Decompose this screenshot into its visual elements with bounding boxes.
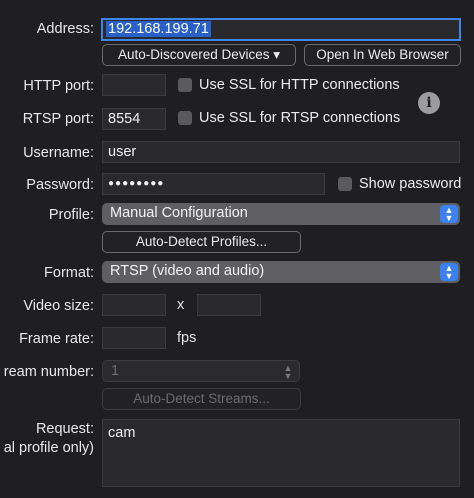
profile-label: Profile: <box>48 207 94 223</box>
format-value: RTSP (video and audio) <box>110 263 265 279</box>
password-field[interactable]: ●●●●●●●● <box>102 173 325 195</box>
auto-detect-streams-button[interactable]: Auto-Detect Streams... <box>102 388 301 410</box>
username-field[interactable]: user <box>102 141 460 163</box>
size-separator: x <box>177 297 185 313</box>
up-down-chevron-icon: ▲ ▼ <box>440 263 458 281</box>
show-password-checkbox[interactable] <box>338 177 352 191</box>
ssl-http-checkbox[interactable] <box>178 78 192 92</box>
http-port-label: HTTP port: <box>23 78 94 94</box>
video-size-label: Video size: <box>23 298 94 314</box>
http-port-field[interactable] <box>102 74 166 96</box>
frame-rate-label: Frame rate: <box>19 331 94 347</box>
auto-detect-profiles-button[interactable]: Auto-Detect Profiles... <box>102 231 301 253</box>
format-label: Format: <box>44 265 94 281</box>
open-in-web-browser-button[interactable]: Open In Web Browser <box>304 44 461 66</box>
stream-number-stepper[interactable]: 1 ▲ ▼ <box>102 360 300 382</box>
request-textarea[interactable]: cam <box>102 419 460 487</box>
stream-number-label: ream number: <box>3 364 94 380</box>
username-label: Username: <box>23 145 94 161</box>
password-mask: ●●●●●●●● <box>108 178 165 189</box>
format-popup[interactable]: RTSP (video and audio) ▲ ▼ <box>102 261 460 283</box>
video-height-field[interactable] <box>197 294 261 316</box>
ssl-rtsp-label: Use SSL for RTSP connections <box>199 110 401 126</box>
fps-unit: fps <box>177 330 197 346</box>
video-width-field[interactable] <box>102 294 166 316</box>
ssl-rtsp-checkbox[interactable] <box>178 111 192 125</box>
address-field[interactable]: 192.168.199.71 <box>101 18 461 41</box>
info-icon[interactable]: i <box>418 92 440 114</box>
stream-number-value: 1 <box>111 363 120 379</box>
address-value: 192.168.199.71 <box>106 21 211 37</box>
ssl-http-label: Use SSL for HTTP connections <box>199 77 400 93</box>
up-down-chevron-icon: ▲ ▼ <box>283 363 293 381</box>
rtsp-port-label: RTSP port: <box>22 111 94 127</box>
auto-discovered-devices-button[interactable]: Auto-Discovered Devices ▾ <box>102 44 296 66</box>
up-down-chevron-icon: ▲ ▼ <box>440 205 458 223</box>
frame-rate-field[interactable] <box>102 327 166 349</box>
request-value: cam <box>108 425 136 441</box>
profile-popup[interactable]: Manual Configuration ▲ ▼ <box>102 203 460 225</box>
request-note: al profile only) <box>3 440 94 456</box>
profile-value: Manual Configuration <box>110 205 248 221</box>
rtsp-port-field[interactable]: 8554 <box>102 108 166 130</box>
show-password-label: Show password <box>359 176 462 192</box>
address-label: Address: <box>36 21 94 37</box>
password-label: Password: <box>26 177 94 193</box>
request-label: Request: <box>35 421 94 437</box>
